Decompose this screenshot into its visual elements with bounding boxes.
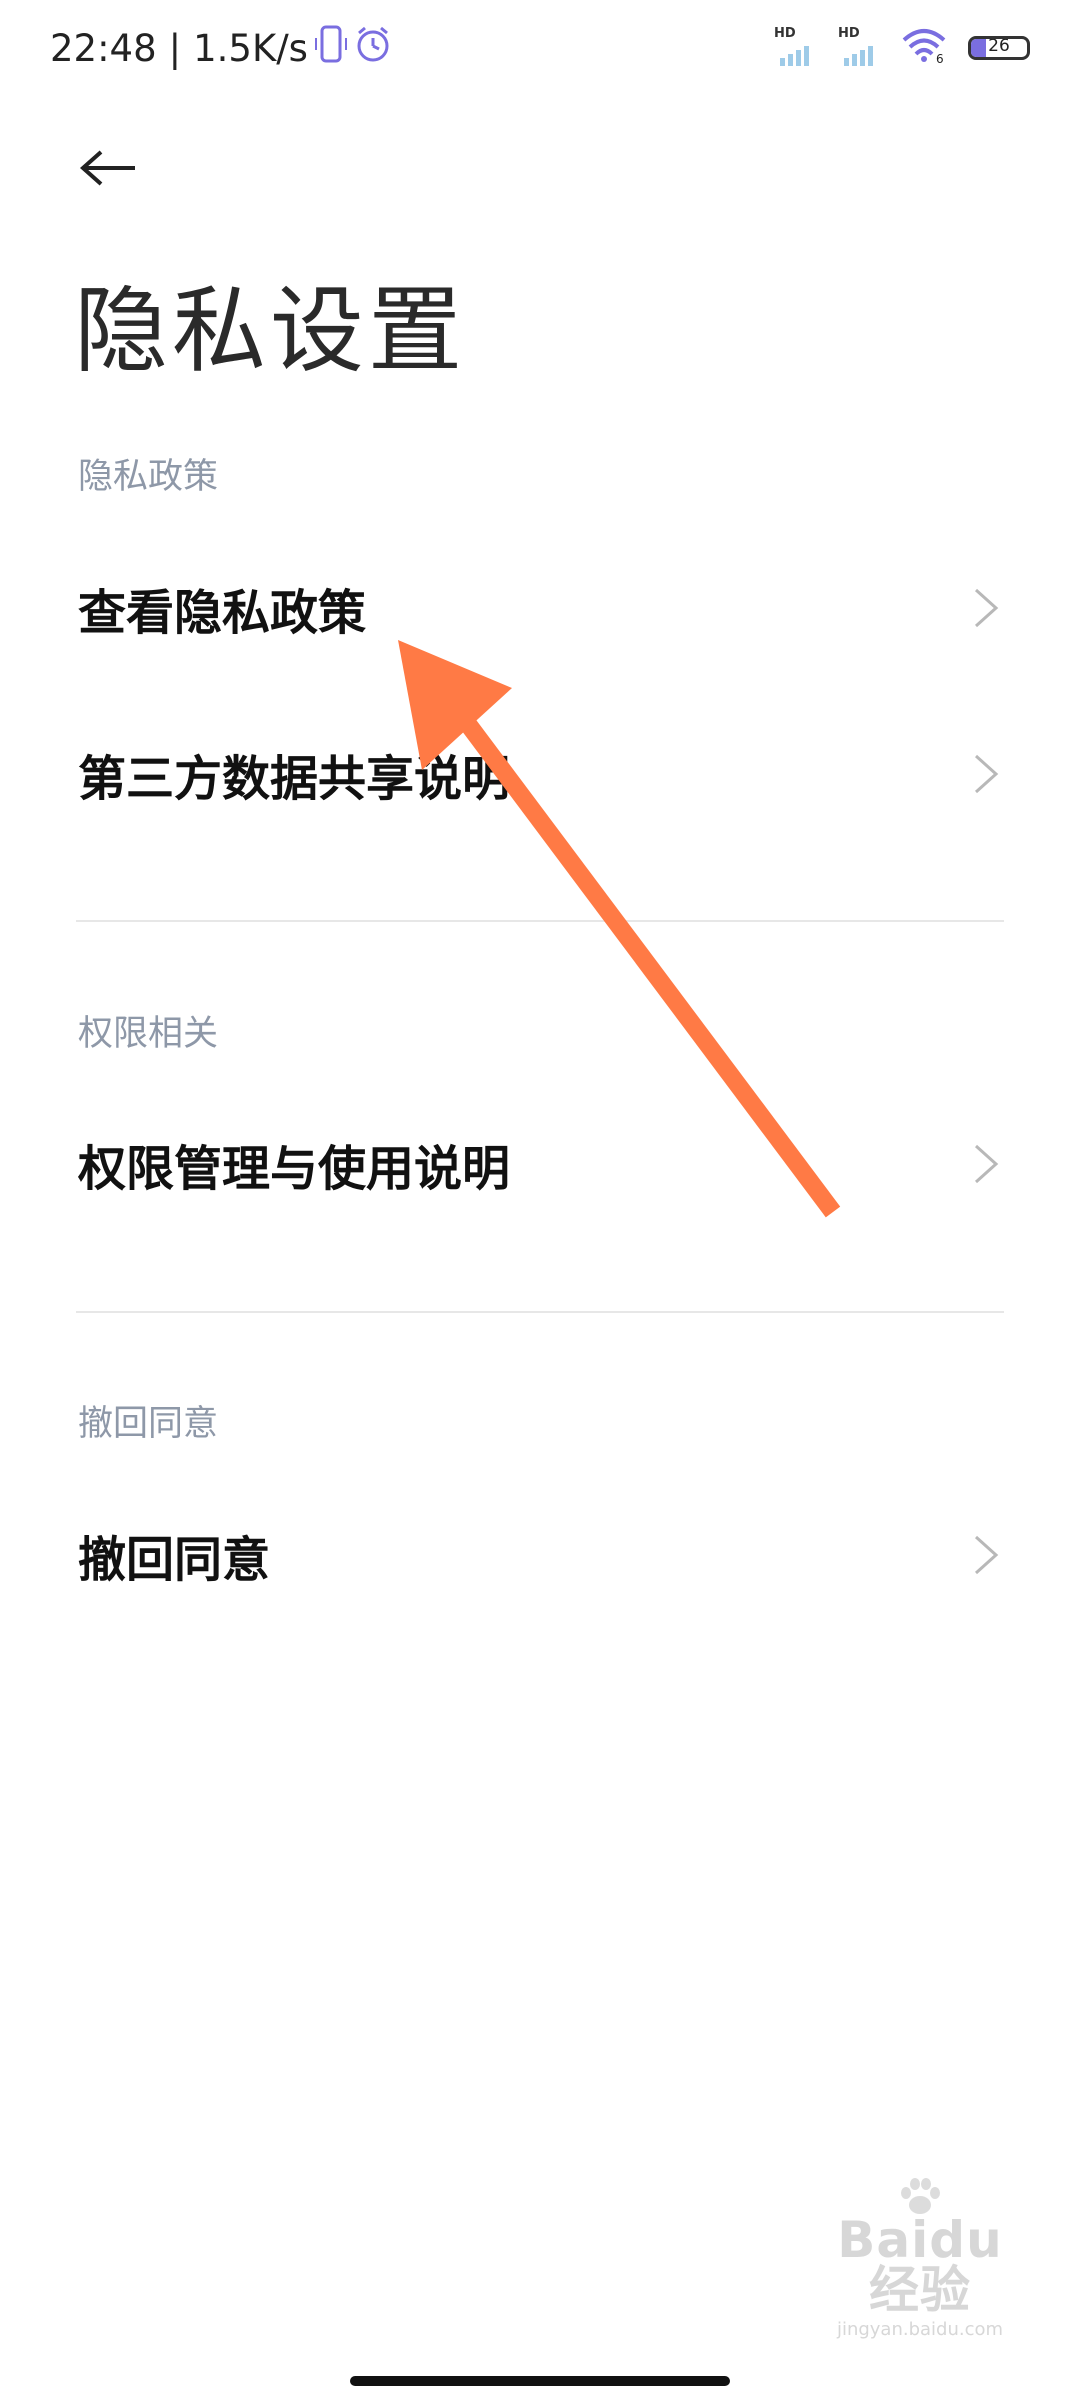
status-right: HD HD 6 26: [774, 26, 1030, 68]
status-separator: |: [168, 27, 182, 70]
list-item-revoke-consent[interactable]: 撤回同意: [0, 1480, 1080, 1630]
alarm-icon: [354, 24, 392, 73]
page-title: 隐私设置: [74, 277, 467, 386]
back-button[interactable]: [74, 138, 144, 198]
section-header-permissions: 权限相关: [78, 1014, 219, 1054]
chevron-right-icon: [974, 1535, 999, 1575]
signal-hd-label: HD: [838, 26, 860, 41]
list-item-third-party-data-sharing[interactable]: 第三方数据共享说明: [0, 699, 1080, 849]
home-indicator[interactable]: [350, 2376, 730, 2386]
watermark-url: jingyan.baidu.com: [836, 2319, 1004, 2340]
divider: [76, 920, 1004, 922]
signal-hd-label: HD: [774, 26, 796, 41]
back-arrow-icon: [79, 150, 135, 186]
list-item-label: 撤回同意: [78, 1532, 271, 1588]
battery-level: 26: [988, 36, 1010, 56]
wifi-badge: 6: [936, 52, 944, 64]
watermark: Baidu经验 jingyan.baidu.com: [820, 2178, 1020, 2340]
chevron-right-icon: [974, 588, 999, 628]
wifi-icon: 6: [902, 28, 946, 68]
section-header-revoke-consent: 撤回同意: [78, 1404, 219, 1444]
chevron-right-icon: [974, 754, 999, 794]
status-time: 22:48: [50, 27, 157, 70]
signal-icon: HD: [774, 26, 816, 66]
section-header-privacy-policy: 隐私政策: [78, 457, 219, 497]
list-item-label: 第三方数据共享说明: [78, 751, 511, 807]
watermark-brand: Baidu经验: [837, 2211, 1003, 2319]
list-item-label: 权限管理与使用说明: [78, 1141, 511, 1197]
divider: [76, 1311, 1004, 1313]
phone-vibrate-icon: [314, 24, 348, 73]
chevron-right-icon: [974, 1144, 999, 1184]
battery-icon: 26: [968, 36, 1030, 60]
network-speed: 1.5K/s: [193, 27, 308, 70]
list-item-label: 查看隐私政策: [78, 585, 367, 641]
status-left: 22:48 | 1.5K/s: [50, 24, 392, 73]
list-item-permission-management[interactable]: 权限管理与使用说明: [0, 1089, 1080, 1239]
status-bar: 22:48 | 1.5K/s HD HD 6 26: [0, 0, 1080, 100]
signal-icon: HD: [838, 26, 880, 66]
paw-logo-icon: [901, 2178, 940, 2214]
list-item-view-privacy-policy[interactable]: 查看隐私政策: [0, 533, 1080, 683]
